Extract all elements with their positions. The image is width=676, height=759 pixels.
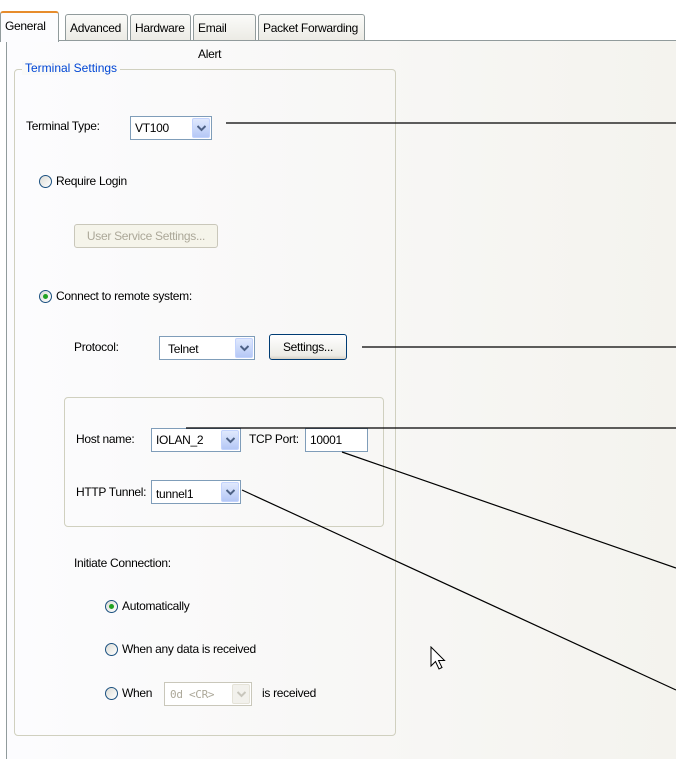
- callout-line-http-tunnel: [241, 489, 676, 691]
- callout-line-tcp-port: [341, 451, 676, 569]
- mouse-cursor-icon: [430, 646, 446, 670]
- tab-general[interactable]: General: [0, 11, 59, 42]
- callout-lines: [186, 122, 676, 691]
